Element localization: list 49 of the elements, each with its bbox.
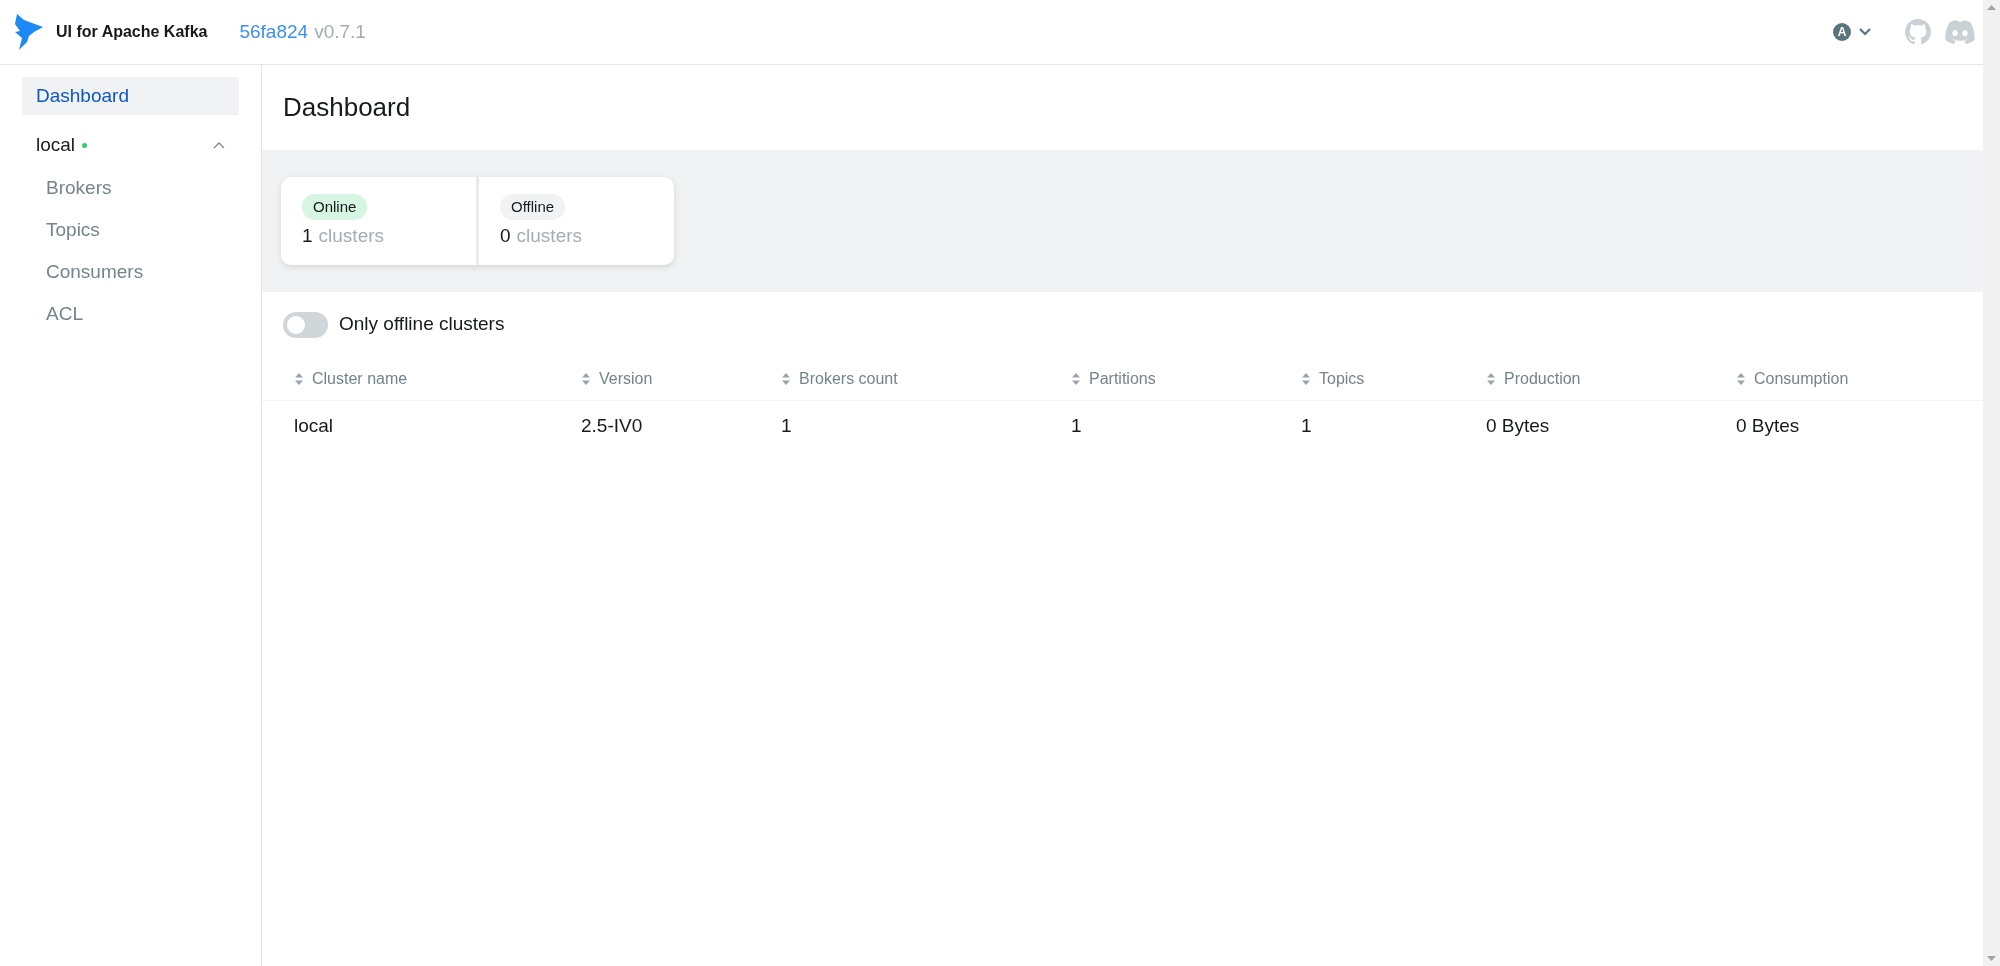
table-cell: 1 [781, 414, 792, 436]
cluster-menu-item[interactable]: local [22, 123, 239, 167]
bird-logo-icon [14, 14, 44, 50]
table-cell: 0 Bytes [1736, 414, 1800, 436]
column-header[interactable]: Brokers count [771, 366, 1061, 391]
column-header[interactable]: Version [571, 366, 771, 391]
cluster-name: local [36, 132, 76, 157]
table-cell: 2.5-IV0 [581, 414, 643, 436]
cluster-count: 1 [302, 224, 313, 248]
table-cell: 1 [1071, 414, 1082, 436]
toggle-label: Only offline clusters [339, 312, 505, 337]
table-cell[interactable]: local [294, 414, 334, 436]
scroll-up-arrow-icon[interactable] [1987, 5, 1996, 10]
table-cell: 1 [1301, 414, 1312, 436]
cluster-unit: clusters [318, 224, 385, 248]
toggle-switch[interactable] [283, 311, 328, 338]
version-text: v0.7.1 [314, 19, 366, 44]
sidebar-item[interactable]: ACL [22, 293, 239, 335]
discord-icon[interactable] [1945, 20, 1975, 44]
column-header[interactable]: Partitions [1061, 366, 1291, 391]
sort-icon [1071, 372, 1081, 385]
sort-icon [581, 372, 591, 385]
column-header[interactable]: Cluster name [284, 366, 571, 391]
column-header[interactable]: Consumption [1726, 366, 1983, 391]
scroll-down-arrow-icon[interactable] [1987, 956, 1996, 961]
column-header[interactable]: Production [1476, 366, 1726, 391]
sort-icon [781, 372, 791, 385]
github-icon[interactable] [1905, 19, 1931, 45]
user-avatar: A [1833, 23, 1851, 41]
sort-icon [1486, 372, 1496, 385]
chevron-up-icon [213, 141, 225, 149]
chevron-down-icon [1859, 28, 1871, 36]
app-title[interactable]: UI for Apache Kafka [56, 20, 208, 44]
cluster-unit: clusters [516, 224, 583, 248]
scrollbar[interactable] [1983, 0, 2000, 966]
commit-link[interactable]: 56fa824 [239, 17, 309, 47]
sidebar-item[interactable]: Brokers [22, 167, 239, 209]
user-menu-button[interactable]: A [1833, 23, 1871, 41]
cluster-count: 0 [500, 224, 511, 248]
sidebar-item[interactable]: Topics [22, 209, 239, 251]
status-badge: Online [302, 194, 368, 220]
sort-icon [1301, 372, 1311, 385]
page-title: Dashboard [282, 91, 412, 124]
sidebar-item[interactable]: Consumers [22, 251, 239, 293]
status-badge: Offline [500, 194, 566, 220]
table-cell: 0 Bytes [1486, 414, 1550, 436]
sort-icon [1736, 372, 1746, 385]
column-header[interactable]: Topics [1291, 366, 1476, 391]
sort-icon [294, 372, 304, 385]
